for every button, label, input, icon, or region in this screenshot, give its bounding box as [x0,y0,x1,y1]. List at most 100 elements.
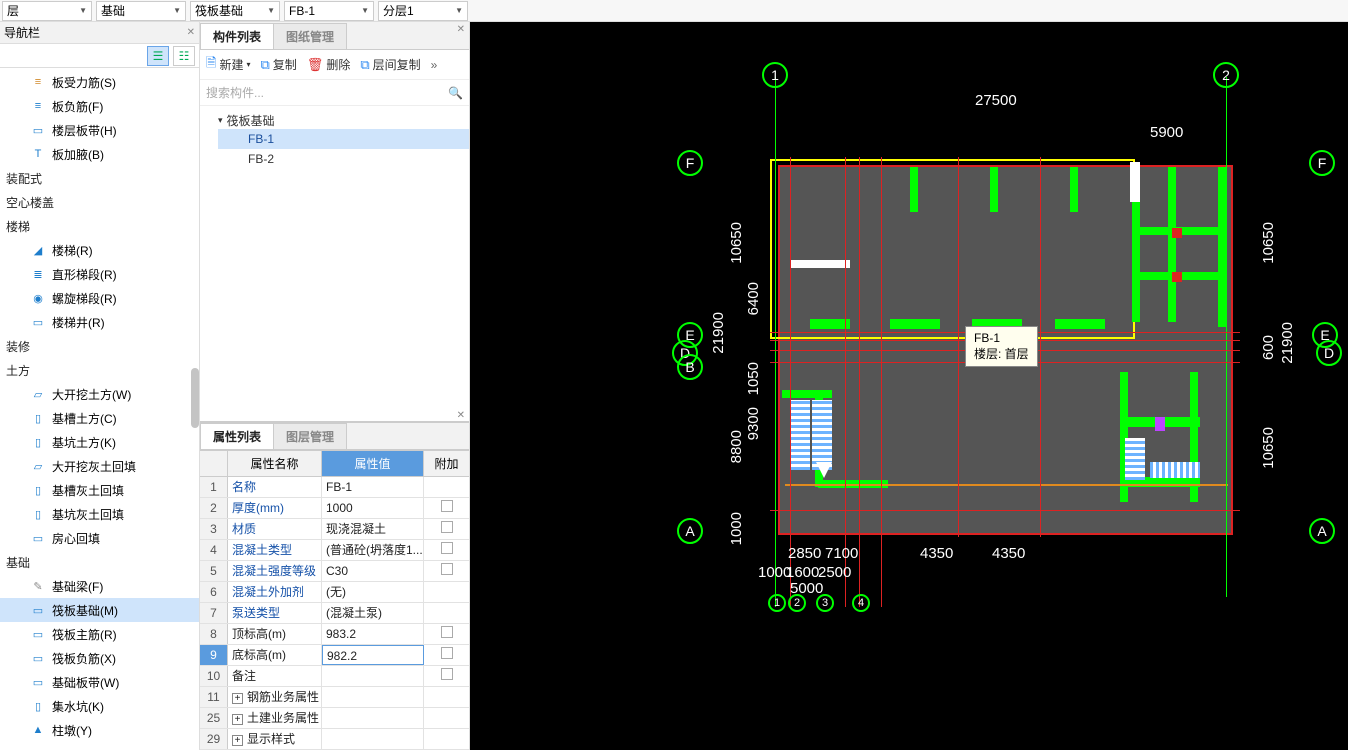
new-button[interactable]: 🗎新建▾ [206,54,250,76]
nav-item[interactable]: ◉ 螺旋梯段(R) [0,286,199,310]
nav-item-label: 螺旋梯段(R) [52,290,117,307]
nav-item-icon: ◉ [30,290,46,306]
grid-view-button[interactable]: ☷ [173,46,195,66]
property-row[interactable]: 1名称FB-1 [200,477,469,498]
nav-item[interactable]: ▱大开挖灰土回填 [0,454,199,478]
close-icon[interactable]: ✕ [457,410,465,421]
checkbox[interactable] [441,521,453,533]
close-icon[interactable]: ✕ [187,27,195,38]
checkbox[interactable] [441,647,453,659]
checkbox[interactable] [441,626,453,638]
property-row[interactable]: 29+显示样式 [200,729,469,750]
component-tree: ▾筏板基础 FB-1FB-2 [200,106,469,175]
col-name: 属性名称 [228,451,322,476]
checkbox[interactable] [441,668,453,680]
nav-item[interactable]: ▭楼梯井(R) [0,310,199,334]
expand-icon[interactable]: + [232,693,243,704]
nav-group[interactable]: 装修 [0,334,199,358]
property-grid: 属性名称 属性值 附加 1名称FB-12厚度(mm)10003材质现浇混凝土4混… [200,450,469,750]
close-icon[interactable]: ✕ [457,24,465,35]
list-view-button[interactable]: ☰ [147,46,169,66]
component-item[interactable]: FB-1 [218,129,469,149]
nav-group[interactable]: 土方 [0,358,199,382]
tab-component-list[interactable]: 构件列表 [200,23,274,49]
nav-item[interactable]: ▭基础板带(W) [0,670,199,694]
nav-item[interactable]: ▲柱墩(Y) [0,718,199,742]
nav-item[interactable]: ▯基坑灰土回填 [0,502,199,526]
nav-item-icon: ▭ [30,674,46,690]
nav-item[interactable]: ▭房心回填 [0,526,199,550]
dimension: 4350 [992,545,1025,562]
nav-item[interactable]: ✎基础梁(F) [0,574,199,598]
subtype-select[interactable]: 筏板基础▼ [190,1,280,21]
col-value: 属性值 [322,451,424,476]
nav-item[interactable]: ▯基坑土方(K) [0,430,199,454]
tab-drawing-manage[interactable]: 图纸管理 [273,23,347,49]
nav-item[interactable]: ▭筏板基础(M) [0,598,199,622]
property-row[interactable]: 4混凝土类型(普通砼(坍落度1... [200,540,469,561]
nav-item[interactable]: ▭楼层板带(H) [0,118,199,142]
tab-layer-manage[interactable]: 图层管理 [273,423,347,449]
tree-root[interactable]: ▾筏板基础 [218,112,469,129]
stair [1125,438,1145,480]
copy-button[interactable]: ⧉复制 [260,56,296,73]
nav-item[interactable]: T板加腋(B) [0,142,199,166]
nav-item[interactable]: ≣直形梯段(R) [0,262,199,286]
dimension: 1600 [786,564,819,581]
expand-icon[interactable]: + [232,714,243,725]
property-row[interactable]: 11+钢筋业务属性 [200,687,469,708]
nav-item[interactable]: ▯基槽土方(C) [0,406,199,430]
scrollbar-thumb[interactable] [191,368,199,428]
drawing-canvas[interactable]: 1 2 F F E E D D B A A 1 2 3 4 27500 5900… [470,22,1348,750]
nav-item[interactable]: ▭筏板主筋(R) [0,622,199,646]
nav-item[interactable]: ▭筏板负筋(X) [0,646,199,670]
nav-item-label: 柱墩(Y) [52,722,92,739]
floor-select[interactable]: 层▼ [2,1,92,21]
property-row[interactable]: 5混凝土强度等级C30 [200,561,469,582]
property-row[interactable]: 8顶标高(m)983.2 [200,624,469,645]
expand-icon[interactable]: + [232,735,243,746]
property-row[interactable]: 9底标高(m)982.2 [200,645,469,666]
nav-item-icon: ◢ [30,242,46,258]
component-item[interactable]: FB-2 [218,149,469,169]
layer-select[interactable]: 分层1▼ [378,1,468,21]
nav-group[interactable]: 基础 [0,550,199,574]
property-row[interactable]: 10备注 [200,666,469,687]
nav-group[interactable]: 装配式 [0,166,199,190]
property-row[interactable]: 25+土建业务属性 [200,708,469,729]
layer-copy-button[interactable]: ⧉层间复制 [360,56,420,73]
search-placeholder: 搜索构件... [206,84,264,101]
nav-item[interactable]: ◢楼梯(R) [0,238,199,262]
dimension: 9300 [745,407,762,440]
tooltip-line1: FB-1 [974,331,1029,345]
nav-item[interactable]: ≡板受力筋(S) [0,70,199,94]
nav-item[interactable]: ≡板负筋(F) [0,94,199,118]
axis-bubble: F [677,150,703,176]
property-row[interactable]: 6混凝土外加剂(无) [200,582,469,603]
checkbox[interactable] [441,563,453,575]
more-icon[interactable]: » [431,58,438,72]
type-select[interactable]: 基础▼ [96,1,186,21]
nav-item-label: 基坑土方(K) [52,434,116,451]
nav-item[interactable]: ▯集水坑(K) [0,694,199,718]
component-search[interactable]: 搜索构件... 🔍 [200,80,469,106]
checkbox[interactable] [441,542,453,554]
nav-group[interactable]: 空心楼盖 [0,190,199,214]
nav-group[interactable]: 楼梯 [0,214,199,238]
axis-bubble: 4 [852,594,870,612]
property-row[interactable]: 7泵送类型(混凝土泵) [200,603,469,624]
checkbox[interactable] [441,500,453,512]
tooltip-line2: 楼层: 首层 [974,345,1029,362]
nav-item-label: 基槽土方(C) [52,410,117,427]
tab-property-list[interactable]: 属性列表 [200,423,274,449]
item-select[interactable]: FB-1▼ [284,1,374,21]
delete-button[interactable]: 🗑删除 [307,56,351,73]
nav-item-icon: ▭ [30,122,46,138]
navigator-tree[interactable]: ≡板受力筋(S)≡板负筋(F)▭楼层板带(H)T板加腋(B)装配式空心楼盖楼梯◢… [0,68,199,750]
axis-bubble: D [1316,340,1342,366]
nav-item[interactable]: ▱大开挖土方(W) [0,382,199,406]
chevron-down-icon: ▼ [173,6,181,15]
property-row[interactable]: 2厚度(mm)1000 [200,498,469,519]
nav-item[interactable]: ▯基槽灰土回填 [0,478,199,502]
property-row[interactable]: 3材质现浇混凝土 [200,519,469,540]
